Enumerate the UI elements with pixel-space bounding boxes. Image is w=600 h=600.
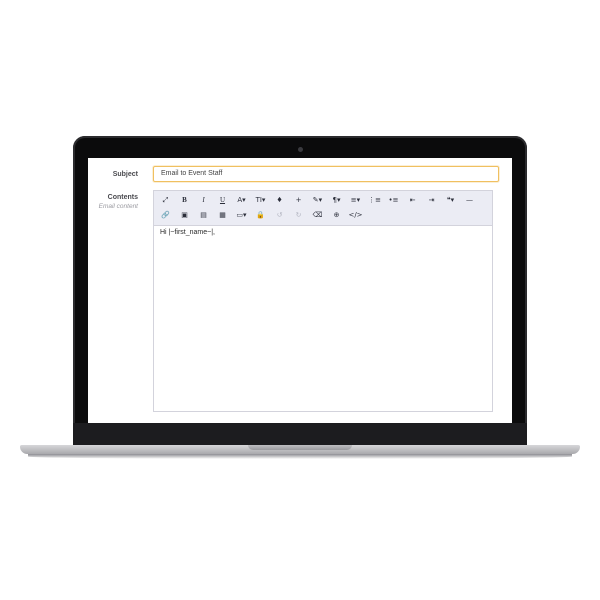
font-color-icon[interactable]: A▾ xyxy=(232,193,251,207)
italic-icon[interactable]: I xyxy=(194,193,213,207)
ordered-list-icon[interactable]: ⋮≡ xyxy=(365,193,384,207)
toolbar-row-2: 🔗 ▣ ▤ ▦ ▭▾ 🔒 ↺ ↻ ⌫ ⊕ </> xyxy=(156,208,365,222)
video-icon[interactable]: ▭▾ xyxy=(232,208,251,222)
editor-toolbar: ⤢ B I U A▾ TI▾ ♦ + ✎▾ ¶▾ ≡▾ ⋮≡ •≡ ⇤ ⇥ ❝▾ — 🔗 ▣ ▤ ▦ ▭▾ 🔒 ↺ ↻ ⌫ ⊕ </… xyxy=(154,191,492,226)
subject-input[interactable] xyxy=(153,166,499,182)
indent-icon[interactable]: ⇥ xyxy=(422,193,441,207)
outdent-icon[interactable]: ⇤ xyxy=(403,193,422,207)
paragraph-icon[interactable]: ¶▾ xyxy=(327,193,346,207)
laptop-shadow xyxy=(28,454,572,459)
quote-icon[interactable]: ❝▾ xyxy=(441,193,460,207)
undo-icon[interactable]: ↺ xyxy=(270,208,289,222)
screen: Subject Contents Email content ⤢BIUA▾TI▾… xyxy=(88,158,512,423)
link-icon[interactable]: 🔗 xyxy=(156,208,175,222)
camera-icon xyxy=(298,147,303,152)
magic-style-icon[interactable]: ✎▾ xyxy=(308,193,327,207)
image-icon[interactable]: ▣ xyxy=(175,208,194,222)
redo-icon[interactable]: ↻ xyxy=(289,208,308,222)
toolbar-row-1: ⤢ B I U A▾ TI▾ ♦ + ✎▾ ¶▾ ≡▾ ⋮≡ •≡ ⇤ ⇥ ❝▾ — xyxy=(156,193,479,207)
lock-icon[interactable]: 🔒 xyxy=(251,208,270,222)
rich-text-editor: ⤢ B I U A▾ TI▾ ♦ + ✎▾ ¶▾ ≡▾ ⋮≡ •≡ ⇤ ⇥ ❝▾ — 🔗 ▣ ▤ ▦ ▭▾ 🔒 ↺ ↻ ⌫ ⊕ </… xyxy=(153,190,493,412)
unordered-list-icon[interactable]: •≡ xyxy=(384,193,403,207)
font-size-icon[interactable]: TI▾ xyxy=(251,193,270,207)
laptop-mockup: Subject Contents Email content ⤢BIUA▾TI▾… xyxy=(0,0,600,600)
add-icon[interactable]: + xyxy=(289,193,308,207)
bold-icon[interactable]: B xyxy=(175,193,194,207)
underline-icon[interactable]: U xyxy=(213,193,232,207)
code-view-icon[interactable]: </> xyxy=(346,208,365,222)
laptop-chin xyxy=(73,423,527,445)
horizontal-rule-icon[interactable]: — xyxy=(460,193,479,207)
editor-content[interactable]: Hi |~first_name~|, xyxy=(160,229,215,236)
contents-label: Contents xyxy=(107,194,138,201)
subject-label: Subject xyxy=(112,171,138,178)
table-icon[interactable]: ▦ xyxy=(213,208,232,222)
fullscreen-icon[interactable]: ⤢ xyxy=(156,193,175,207)
file-icon[interactable]: ▤ xyxy=(194,208,213,222)
special-chars-icon[interactable]: ⊕ xyxy=(327,208,346,222)
laptop-notch xyxy=(248,445,352,450)
align-icon[interactable]: ≡▾ xyxy=(346,193,365,207)
contents-sublabel: Email content xyxy=(98,203,138,210)
clear-format-icon[interactable]: ⌫ xyxy=(308,208,327,222)
highlight-icon[interactable]: ♦ xyxy=(270,193,289,207)
